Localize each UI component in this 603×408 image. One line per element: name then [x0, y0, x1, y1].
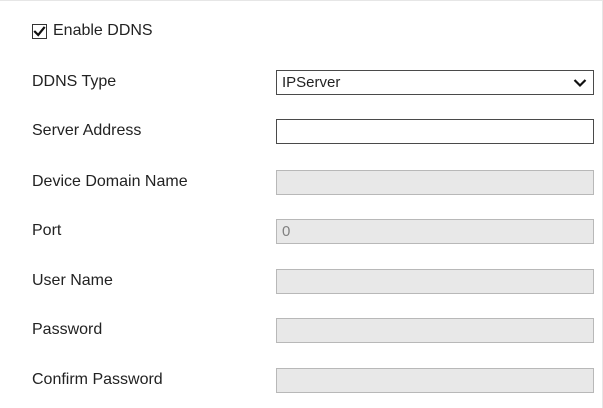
device-domain-name-label: Device Domain Name	[32, 173, 188, 190]
confirm-password-label: Confirm Password	[32, 371, 163, 388]
password-label: Password	[32, 321, 103, 338]
user-name-label: User Name	[32, 272, 113, 289]
confirm-password-input	[276, 368, 594, 393]
ddns-settings-panel: Enable DDNS DDNS Type IPServer Server Ad…	[0, 0, 603, 408]
check-icon	[33, 25, 46, 37]
ddns-type-label: DDNS Type	[32, 73, 117, 90]
port-label: Port	[32, 222, 62, 239]
enable-ddns-checkbox[interactable]	[32, 23, 47, 39]
password-input	[276, 318, 594, 343]
ddns-type-value: IPServer	[282, 74, 341, 91]
device-domain-name-input	[276, 170, 594, 195]
server-address-input[interactable]	[276, 119, 594, 144]
port-input: 0	[276, 219, 594, 244]
user-name-input	[276, 269, 594, 294]
enable-ddns-label: Enable DDNS	[53, 22, 153, 39]
ddns-type-select[interactable]: IPServer	[276, 70, 594, 95]
enable-ddns-row[interactable]: Enable DDNS	[32, 20, 153, 42]
chevron-down-icon[interactable]	[573, 78, 587, 88]
server-address-label: Server Address	[32, 122, 142, 139]
